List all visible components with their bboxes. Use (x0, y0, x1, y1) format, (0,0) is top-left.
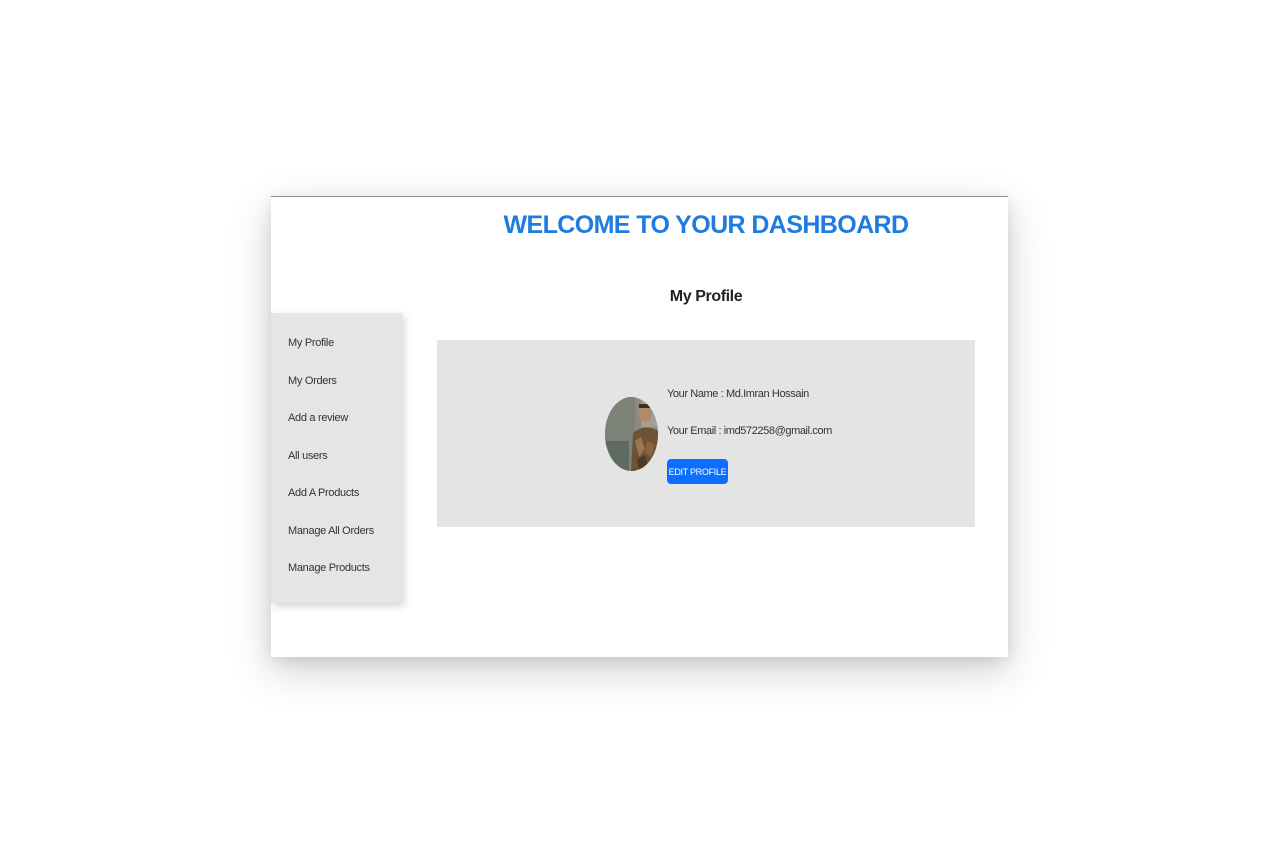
sidebar-item-add-review[interactable]: Add a review (288, 409, 348, 427)
sidebar-item-add-products[interactable]: Add A Products (288, 484, 359, 502)
profile-card: Your Name : Md.Imran Hossain Your Email … (437, 340, 975, 527)
sidebar: My Profile My Orders Add a review All us… (271, 313, 402, 603)
sidebar-item-manage-all-orders[interactable]: Manage All Orders (288, 522, 374, 540)
edit-profile-button[interactable]: EDIT PROFILE (667, 459, 728, 484)
avatar (605, 397, 658, 471)
sidebar-item-my-profile[interactable]: My Profile (288, 334, 334, 352)
sidebar-item-all-users[interactable]: All users (288, 447, 328, 465)
profile-email: Your Email : imd572258@gmail.com (667, 425, 832, 437)
sidebar-item-manage-products[interactable]: Manage Products (288, 559, 370, 577)
avatar-photo (605, 397, 658, 471)
dashboard-title: WELCOME TO YOUR DASHBOARD (503, 211, 910, 239)
dashboard-window: WELCOME TO YOUR DASHBOARD My Profile My … (271, 196, 1008, 657)
sidebar-item-my-orders[interactable]: My Orders (288, 372, 337, 390)
section-title: My Profile (669, 288, 743, 305)
profile-name: Your Name : Md.Imran Hossain (667, 388, 809, 400)
